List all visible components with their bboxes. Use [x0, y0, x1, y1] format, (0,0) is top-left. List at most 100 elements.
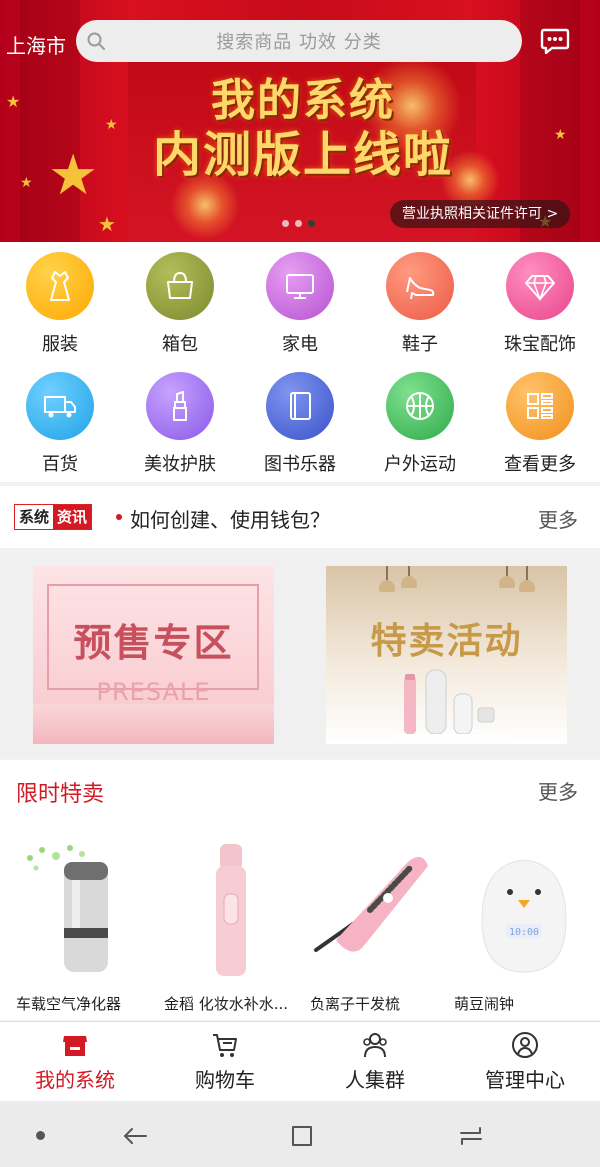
category-circle — [26, 372, 94, 440]
news-bullet — [116, 514, 122, 520]
banner-title: 我的系统 内测版上线啦 — [138, 76, 468, 184]
tab-my-system[interactable]: 我的系统 — [0, 1030, 150, 1093]
category-general-goods[interactable]: 百货 — [0, 372, 120, 476]
cart-icon — [213, 1034, 237, 1057]
category-circle — [386, 372, 454, 440]
category-label: 家电 — [282, 334, 318, 355]
user-icon — [512, 1032, 538, 1058]
high-heel-icon — [406, 277, 435, 300]
flash-sale-section: 限时特卖 更多 车载空气净化器 金稻 化妆水补水... 负离子干发梳 10:00… — [0, 760, 600, 1020]
product-card[interactable]: 10:00 萌豆闹钟 — [454, 840, 594, 1014]
tab-label: 购物车 — [195, 1068, 255, 1092]
special-sale-title: 特卖活动 — [370, 620, 523, 662]
category-label: 服装 — [42, 334, 78, 355]
category-books-instruments[interactable]: 图书乐器 — [240, 372, 360, 476]
category-grid: 服装 箱包 家电 鞋子 珠宝配饰 百货 美妆护肤 图书乐器 户外运动 查看更多 — [0, 242, 600, 482]
diamond-icon — [525, 275, 555, 302]
lamp-decoration — [401, 566, 417, 588]
special-sale-card[interactable]: 特卖活动 — [326, 566, 567, 744]
category-label: 美妆护肤 — [144, 454, 216, 475]
category-circle — [146, 372, 214, 440]
banner-title-line1: 我的系统 — [211, 75, 395, 126]
lamp-decoration — [379, 566, 395, 592]
product-image: 10:00 — [454, 840, 594, 985]
category-circle — [386, 252, 454, 320]
recent-apps-icon[interactable] — [456, 1121, 486, 1151]
message-icon[interactable] — [540, 26, 570, 56]
mist-sprayer-image — [216, 844, 246, 976]
category-circle — [146, 252, 214, 320]
store-icon — [63, 1036, 87, 1056]
flash-sale-more-link[interactable]: 更多 — [538, 776, 578, 805]
carousel-dot — [295, 220, 302, 227]
news-ticker[interactable]: 系统 资讯 如何创建、使用钱包？ 更多 — [0, 486, 600, 548]
city-selector[interactable]: 上海市 — [6, 30, 66, 59]
hair-brush-image — [314, 856, 428, 952]
news-more-link[interactable]: 更多 — [538, 504, 578, 533]
star-decoration: ★ — [554, 127, 567, 143]
category-circle — [26, 252, 94, 320]
category-shoes[interactable]: 鞋子 — [360, 252, 480, 356]
category-circle — [506, 372, 574, 440]
category-clothing[interactable]: 服装 — [0, 252, 120, 356]
product-name: 金稻 化妆水补水... — [164, 995, 289, 1013]
category-label: 箱包 — [162, 334, 198, 355]
tab-label: 管理中心 — [485, 1068, 565, 1092]
lamp-decoration — [499, 566, 515, 588]
search-placeholder: 搜索商品 功效 分类 — [216, 32, 382, 53]
product-name: 车载空气净化器 — [16, 995, 122, 1013]
system-navigation-bar — [0, 1101, 600, 1167]
book-icon — [290, 392, 311, 420]
category-circle — [266, 372, 334, 440]
presale-card[interactable]: 预售专区 PRESALE — [33, 566, 274, 744]
product-image — [310, 840, 450, 985]
category-beauty[interactable]: 美妆护肤 — [120, 372, 240, 476]
star-decoration: ★ — [98, 212, 116, 236]
category-view-more[interactable]: 查看更多 — [480, 372, 600, 476]
product-card[interactable]: 车载空气净化器 — [16, 840, 156, 1014]
category-appliances[interactable]: 家电 — [240, 252, 360, 356]
category-label: 图书乐器 — [264, 454, 336, 475]
truck-icon — [44, 396, 76, 418]
tab-label: 我的系统 — [35, 1068, 115, 1092]
tab-management-center[interactable]: 管理中心 — [450, 1030, 600, 1093]
carousel-dot-active — [308, 220, 315, 227]
product-name: 萌豆闹钟 — [454, 995, 515, 1013]
product-card[interactable]: 金稻 化妆水补水... — [164, 840, 304, 1014]
home-icon[interactable] — [287, 1121, 317, 1151]
news-logo: 系统 资讯 — [14, 504, 93, 530]
search-icon — [87, 32, 105, 50]
category-circle — [266, 252, 334, 320]
category-outdoor-sports[interactable]: 户外运动 — [360, 372, 480, 476]
category-label: 珠宝配饰 — [504, 334, 576, 355]
star-decoration: ★ — [48, 143, 99, 208]
product-name: 负离子干发梳 — [310, 995, 401, 1013]
penguin-clock-image: 10:00 — [481, 859, 567, 973]
back-icon[interactable] — [120, 1121, 150, 1151]
category-label: 鞋子 — [402, 334, 438, 355]
license-link[interactable]: 营业执照相关证件许可 > — [390, 200, 571, 228]
tab-cart[interactable]: 购物车 — [150, 1030, 300, 1093]
nav-dot-icon — [36, 1131, 45, 1140]
group-icon — [363, 1033, 387, 1058]
star-decoration: ★ — [20, 175, 33, 191]
category-bags[interactable]: 箱包 — [120, 252, 240, 356]
presale-subtitle: PRESALE — [96, 678, 211, 706]
handbag-icon — [167, 271, 193, 299]
search-bar[interactable]: 搜索商品 功效 分类 — [76, 20, 522, 62]
news-headline[interactable]: 如何创建、使用钱包？ — [130, 504, 330, 533]
product-card[interactable]: 负离子干发梳 — [310, 840, 450, 1014]
flash-sale-title: 限时特卖 — [16, 782, 105, 807]
category-circle — [506, 252, 574, 320]
tab-group[interactable]: 人集群 — [300, 1030, 450, 1093]
presale-decoration — [33, 704, 274, 744]
category-jewelry[interactable]: 珠宝配饰 — [480, 252, 600, 356]
carousel-dot — [282, 220, 289, 227]
lipstick-icon — [173, 391, 187, 421]
dress-icon — [50, 271, 70, 301]
product-image — [16, 840, 156, 985]
air-purifier-image — [27, 845, 108, 972]
news-logo-right: 资讯 — [53, 505, 92, 529]
carousel-indicator — [282, 220, 315, 227]
hero-banner[interactable]: ★ ★ ★ ★ ★ ★ ★ 我的系统 内测版上线啦 营业执照相关证件许可 > 上… — [0, 0, 600, 242]
